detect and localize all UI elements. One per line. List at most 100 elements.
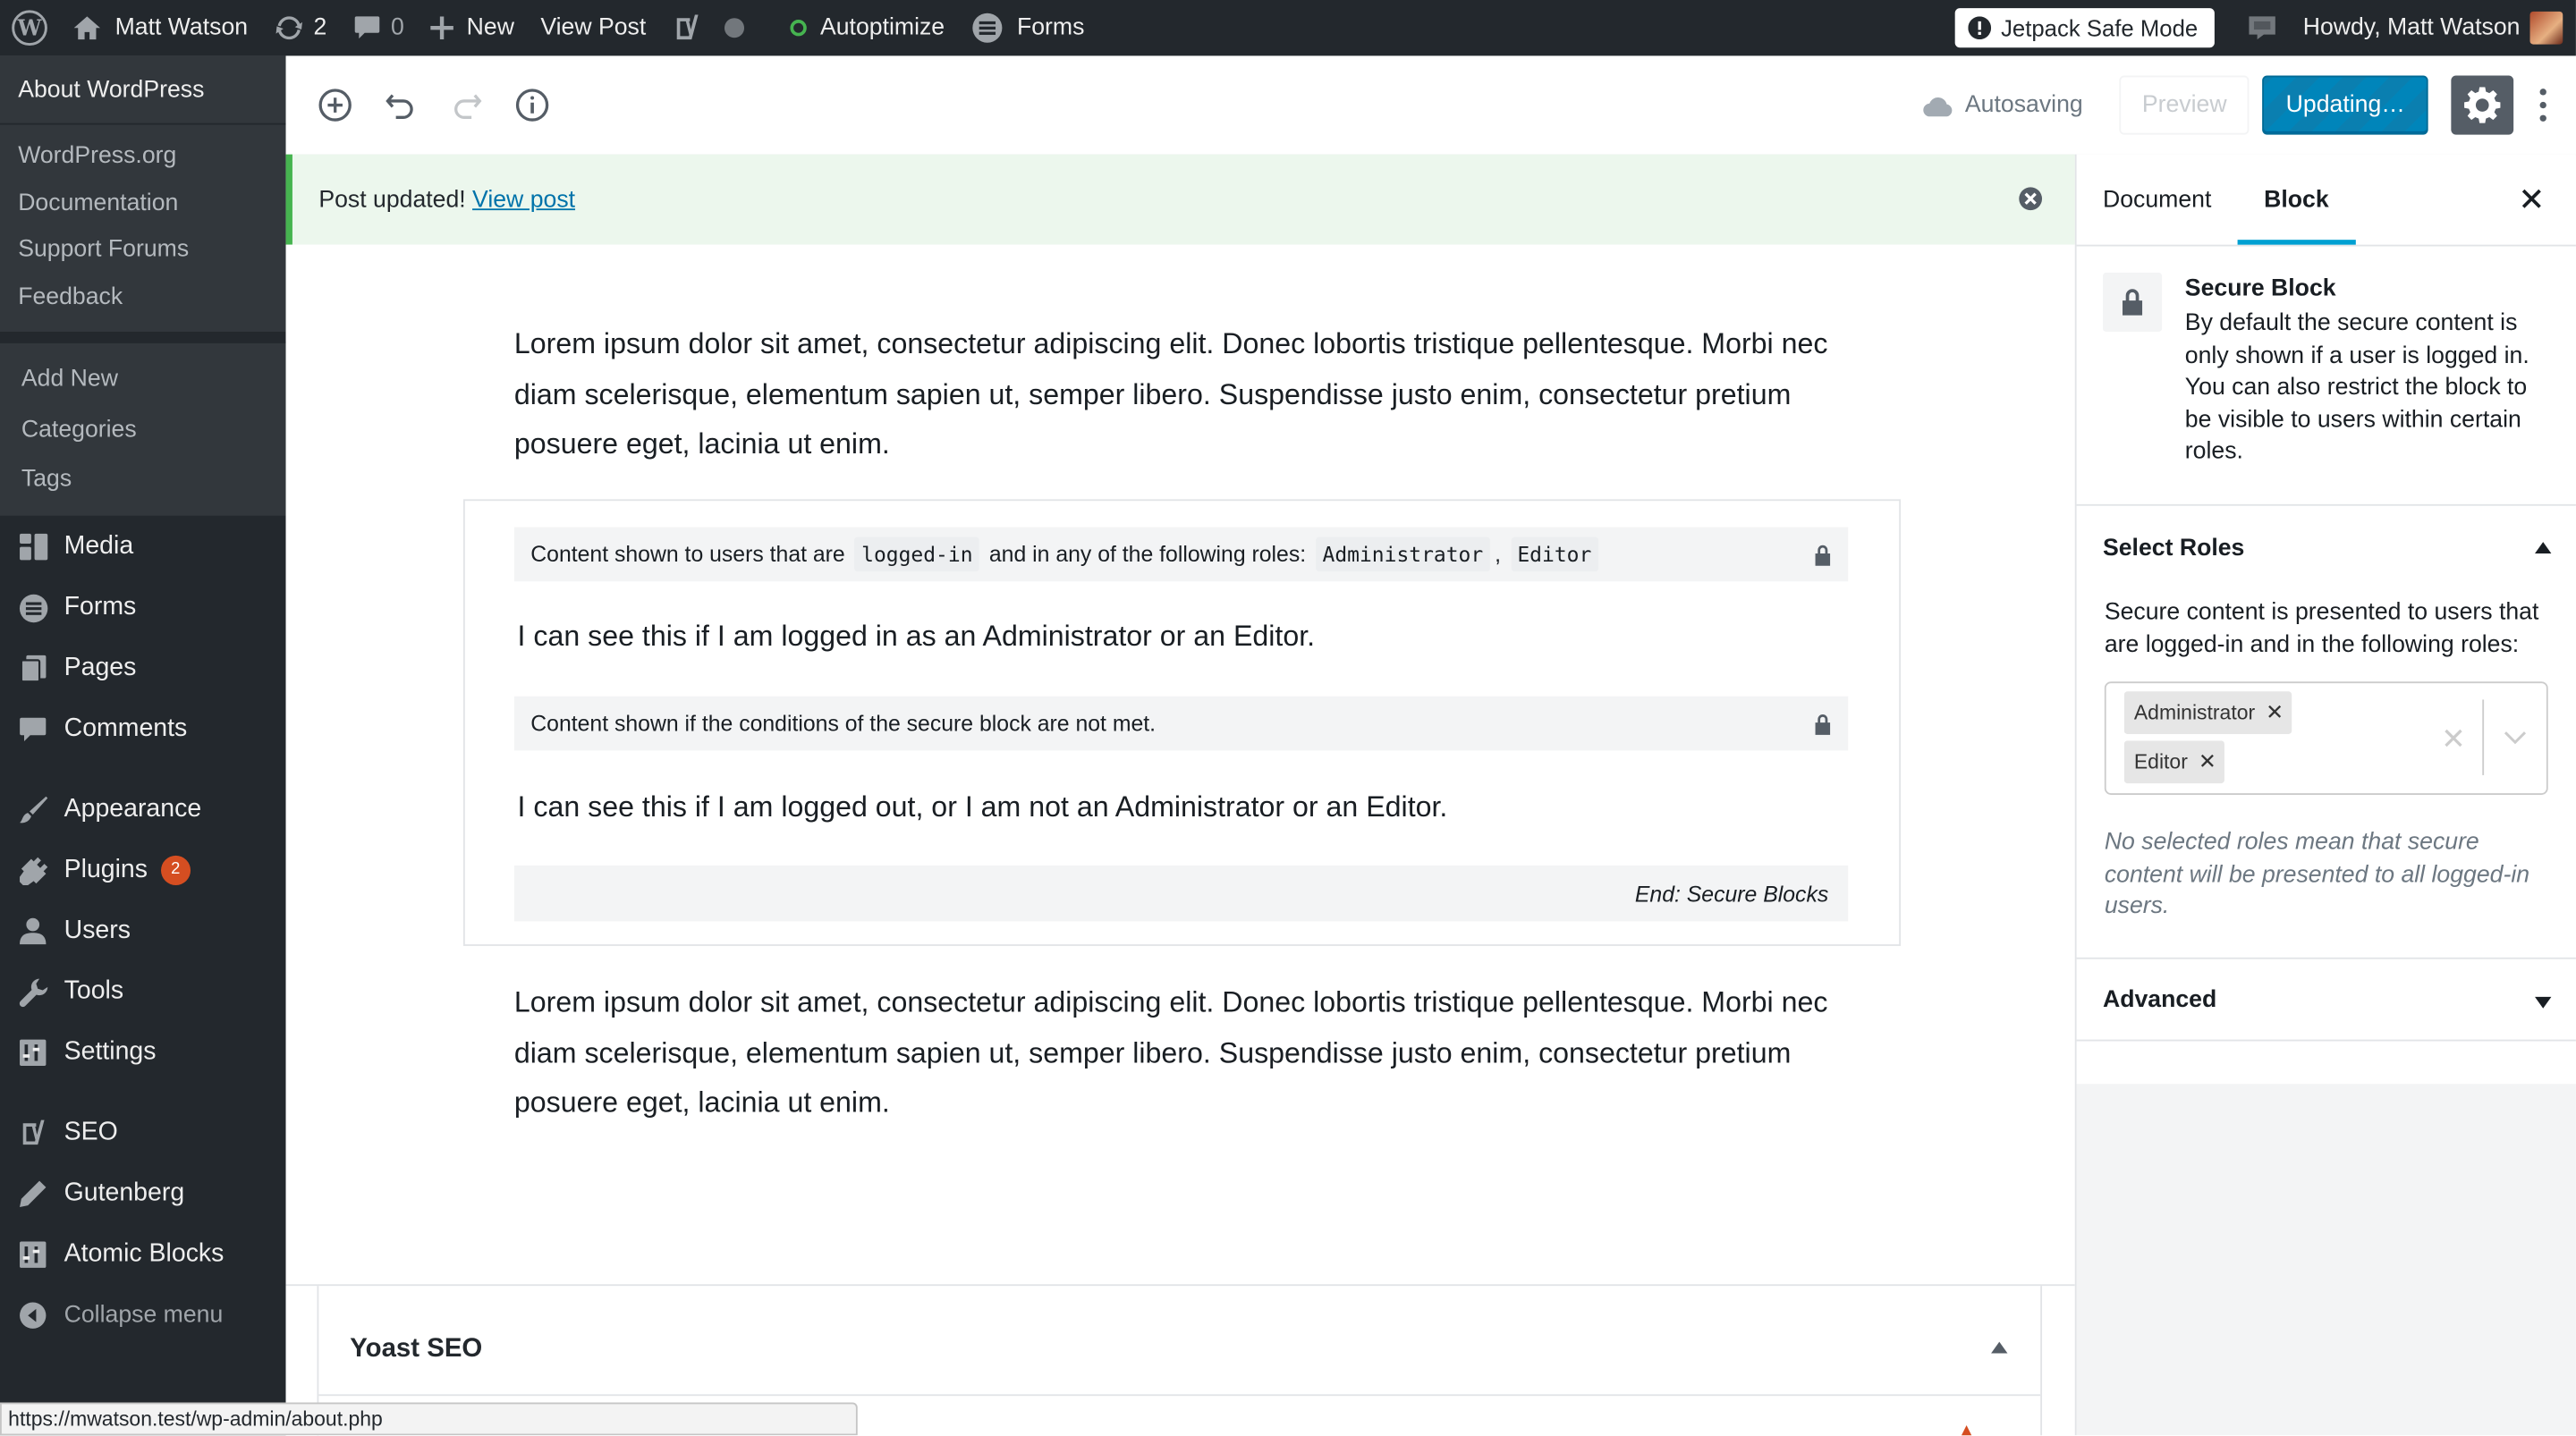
menu-label-tools: Tools	[64, 976, 124, 1006]
menu-item-appearance[interactable]: Appearance	[0, 780, 286, 840]
chevron-down-icon[interactable]	[2504, 724, 2527, 754]
admin-bar-right: Jetpack Safe Mode Howdy, Matt Watson	[1954, 0, 2576, 55]
about-wordpress-link[interactable]: About WordPress	[0, 55, 286, 123]
comments-link[interactable]: 0	[340, 0, 417, 55]
wp-link-wordpress-org[interactable]: WordPress.org	[0, 133, 286, 180]
view-post-link[interactable]: View Post	[528, 0, 659, 55]
new-content-link[interactable]: New	[418, 0, 528, 55]
roles-multiselect[interactable]: Administrator ✕ Editor ✕ ✕	[2104, 681, 2548, 795]
yoast-menu[interactable]	[659, 0, 758, 55]
secure-allowed-text[interactable]: I can see this if I am logged in as an A…	[518, 619, 1316, 654]
menu-item-users[interactable]: Users	[0, 900, 286, 961]
plus-circle-icon	[318, 89, 352, 122]
menu-item-settings[interactable]: Settings	[0, 1022, 286, 1083]
my-account-link[interactable]: Howdy, Matt Watson	[2290, 0, 2576, 55]
editor-header-right: Autosaving Preview Updating…	[1922, 55, 2576, 154]
close-sidebar-icon[interactable]	[2520, 187, 2543, 218]
remove-role-icon[interactable]: ✕	[2191, 749, 2224, 775]
submenu-add-new[interactable]: Add New	[0, 355, 286, 405]
new-label: New	[466, 14, 514, 41]
editor-header: Autosaving Preview Updating…	[285, 55, 2576, 156]
gear-icon	[2464, 87, 2501, 123]
block-card-content: Secure Block By default the secure conte…	[2185, 273, 2550, 504]
redo-button[interactable]	[434, 72, 499, 138]
block-inspector-sidebar: Document Block Secure Block By default t…	[2074, 154, 2576, 1436]
menu-item-atomic-blocks[interactable]: Atomic Blocks	[0, 1224, 286, 1285]
atomic-blocks-icon	[16, 1238, 49, 1271]
lock-icon	[1814, 712, 1832, 739]
wp-link-support-forums[interactable]: Support Forums	[0, 226, 286, 273]
wp-link-feedback[interactable]: Feedback	[0, 274, 286, 320]
paragraph-block-top[interactable]: Lorem ipsum dolor sit amet, consectetur …	[514, 318, 1861, 469]
collapse-menu-button[interactable]: Collapse menu	[0, 1285, 286, 1346]
forms-label: Forms	[1016, 14, 1085, 41]
block-card: Secure Block By default the secure conte…	[2076, 247, 2576, 506]
updates-link[interactable]: 2	[261, 0, 340, 55]
role-separator: ,	[1495, 542, 1501, 567]
plus-icon	[430, 16, 453, 40]
submenu-tags[interactable]: Tags	[0, 455, 286, 505]
menu-item-media[interactable]: Media	[0, 517, 286, 578]
more-menu-button[interactable]	[2527, 89, 2560, 122]
preview-button[interactable]: Preview	[2119, 75, 2250, 135]
autoptimize-link[interactable]: Autoptimize	[777, 0, 958, 55]
howdy-label: Howdy, Matt Watson	[2302, 14, 2521, 41]
about-wordpress-label: About WordPress	[18, 76, 205, 103]
select-roles-panel-toggle[interactable]: Select Roles	[2077, 506, 2576, 592]
advanced-panel-toggle[interactable]: Advanced	[2076, 959, 2576, 1042]
secure-conditions-bar: Content shown to users that are logged-i…	[513, 527, 1849, 582]
settings-toggle-button[interactable]	[2451, 75, 2514, 135]
menu-item-seo[interactable]: SEO	[0, 1102, 286, 1163]
wp-link-documentation[interactable]: Documentation	[0, 180, 286, 226]
wordpress-links-submenu: WordPress.org Documentation Support Foru…	[0, 122, 286, 333]
menu-item-plugins[interactable]: Plugins 2	[0, 840, 286, 900]
tab-document[interactable]: Document	[2077, 155, 2238, 245]
yoast-collapse-toggle-icon[interactable]	[1991, 1341, 2008, 1354]
secure-fallback-text[interactable]: I can see this if I am logged out, or I …	[518, 790, 1448, 824]
post-updated-notice: Post updated! View post	[285, 154, 2075, 245]
jetpack-safe-mode-button[interactable]: Jetpack Safe Mode	[1954, 8, 2215, 48]
remove-role-icon[interactable]: ✕	[2258, 699, 2292, 725]
clear-all-icon[interactable]: ✕	[2441, 722, 2466, 757]
menu-label-comments: Comments	[64, 714, 188, 743]
info-icon	[515, 89, 549, 122]
site-name-link[interactable]: Matt Watson	[59, 0, 261, 55]
admin-sidebar: About WordPress WordPress.org Documentat…	[0, 55, 286, 1436]
autosave-status: Autosaving	[1922, 92, 2083, 118]
submenu-categories[interactable]: Categories	[0, 405, 286, 455]
lock-icon	[2102, 272, 2163, 333]
dot	[2539, 114, 2546, 122]
add-block-button[interactable]	[302, 72, 368, 138]
wordpress-logo-icon[interactable]: W	[0, 0, 59, 55]
view-post-notice-link[interactable]: View post	[472, 186, 575, 212]
yoast-warning-icon: ▲	[1954, 1417, 1979, 1436]
yoast-seo-title[interactable]: Yoast SEO	[350, 1335, 482, 1364]
menu-item-forms[interactable]: Forms	[0, 578, 286, 638]
update-button[interactable]: Updating…	[2262, 75, 2428, 135]
menu-label-forms: Forms	[64, 593, 137, 621]
notice-text: Post updated!	[318, 186, 466, 213]
menu-item-comments[interactable]: Comments	[0, 699, 286, 760]
secure-block[interactable]: Content shown to users that are logged-i…	[462, 499, 1902, 946]
dismiss-notice-icon[interactable]	[2017, 186, 2043, 212]
menu-label-settings: Settings	[64, 1037, 157, 1067]
tab-block[interactable]: Block	[2237, 155, 2356, 245]
notifications-link[interactable]	[2234, 0, 2290, 55]
notifications-icon	[2249, 16, 2275, 40]
view-post-label: View Post	[540, 14, 647, 41]
expand-arrow-icon	[2535, 996, 2552, 1009]
admin-bar: W Matt Watson 2 0 New View Post Autoptim…	[0, 0, 2576, 56]
menu-item-gutenberg[interactable]: Gutenberg	[0, 1163, 286, 1224]
autoptimize-status-icon	[790, 20, 808, 37]
menu-item-tools[interactable]: Tools	[0, 961, 286, 1022]
paragraph-block-bottom[interactable]: Lorem ipsum dolor sit amet, consectetur …	[514, 977, 1861, 1128]
pencil-icon	[16, 1178, 49, 1211]
collapse-arrow-icon	[2535, 542, 2552, 553]
undo-button[interactable]	[368, 72, 433, 138]
yoast-icon	[677, 14, 699, 40]
role-chip-label: Editor	[2133, 750, 2188, 774]
menu-item-pages[interactable]: Pages	[0, 638, 286, 699]
forms-link[interactable]: Forms	[958, 0, 1097, 55]
content-structure-button[interactable]	[499, 72, 564, 138]
dot	[2539, 89, 2546, 96]
